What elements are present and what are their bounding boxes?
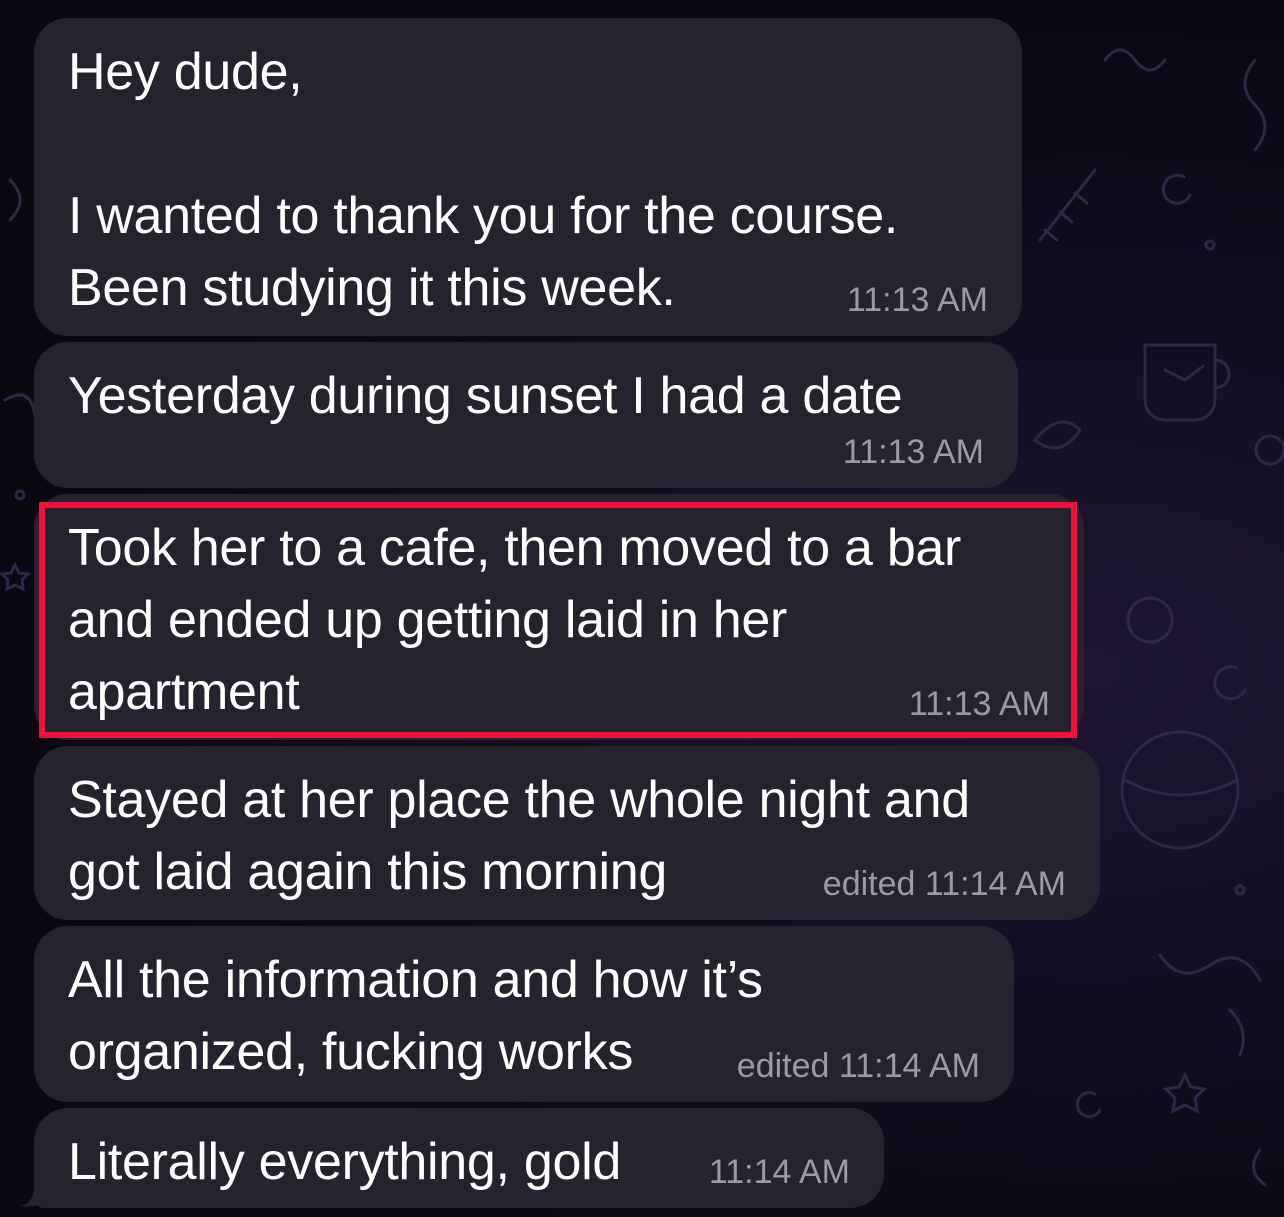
message-timestamp: 11:13 AM: [908, 685, 1050, 723]
message-text: Yesterday during sunset I had a date: [68, 367, 903, 425]
message-timestamp: 11:13 AM: [846, 281, 988, 319]
message-bubble[interactable]: Stayed at her place the whole night and …: [34, 746, 1100, 920]
message-bubble-highlighted[interactable]: Took her to a cafe, then moved to a bar …: [34, 494, 1084, 740]
bubble-tail: [20, 1160, 56, 1207]
message-bubble[interactable]: Yesterday during sunset I had a date 11:…: [34, 342, 1018, 488]
message-bubble[interactable]: All the information and how it’s organiz…: [34, 926, 1014, 1102]
message-timestamp: edited 11:14 AM: [736, 1047, 980, 1085]
message-bubble[interactable]: Hey dude, I wanted to thank you for the …: [34, 18, 1022, 336]
message-list: Hey dude, I wanted to thank you for the …: [0, 0, 1284, 1217]
message-bubble[interactable]: Literally everything, gold 11:14 AM: [34, 1108, 884, 1208]
message-timestamp: edited 11:14 AM: [822, 865, 1066, 903]
message-text: Took her to a cafe, then moved to a bar …: [68, 519, 962, 721]
message-timestamp: 11:13 AM: [842, 433, 984, 471]
message-timestamp: 11:14 AM: [708, 1153, 850, 1191]
